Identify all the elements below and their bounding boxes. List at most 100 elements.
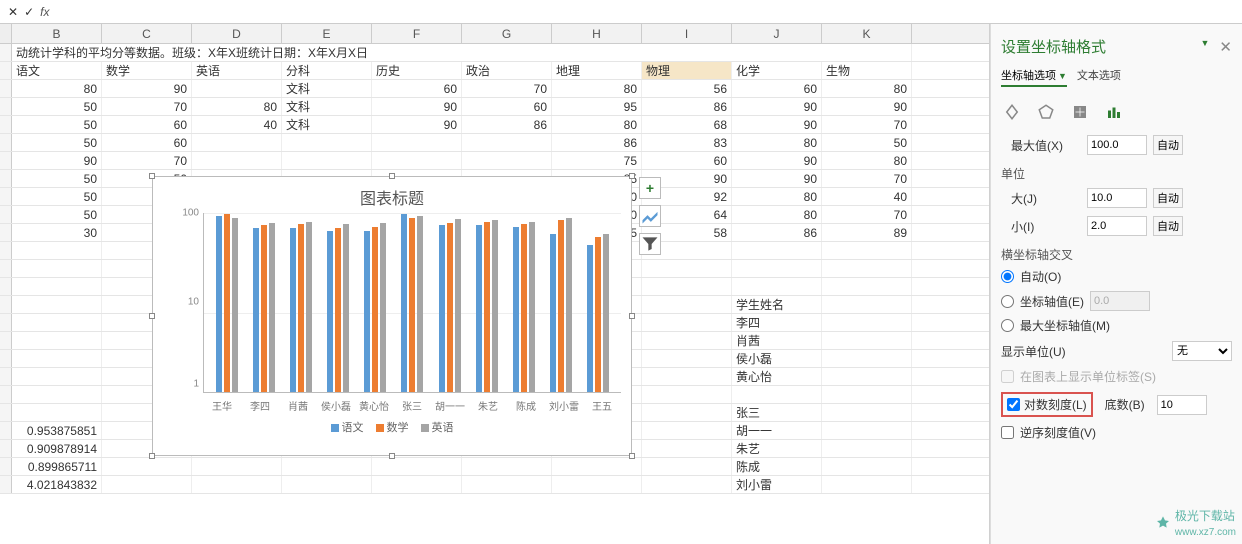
cell[interactable] — [642, 440, 732, 457]
cell[interactable] — [192, 80, 282, 97]
subject-header[interactable]: 化学 — [732, 62, 822, 79]
tab-text-options[interactable]: 文本选项 — [1077, 65, 1121, 87]
cell[interactable]: 90 — [732, 116, 822, 133]
subject-header[interactable]: 地理 — [552, 62, 642, 79]
cell[interactable]: 86 — [642, 98, 732, 115]
cell[interactable]: 40 — [822, 188, 912, 205]
cell[interactable]: 95 — [552, 98, 642, 115]
cell[interactable]: 侯小磊 — [732, 350, 822, 367]
cross-value-radio[interactable] — [1001, 295, 1014, 308]
cell[interactable]: 4.021843832 — [12, 476, 102, 493]
cell[interactable] — [102, 476, 192, 493]
col-header[interactable]: D — [192, 24, 282, 43]
cell[interactable]: 75 — [552, 152, 642, 169]
cell[interactable]: 80 — [732, 134, 822, 151]
cell[interactable] — [192, 458, 282, 475]
cross-max-radio[interactable] — [1001, 319, 1014, 332]
cell[interactable] — [282, 134, 372, 151]
cell[interactable]: 张三 — [732, 404, 822, 421]
cell[interactable] — [12, 332, 102, 349]
cell[interactable] — [642, 458, 732, 475]
cell[interactable] — [642, 296, 732, 313]
cell[interactable]: 68 — [642, 116, 732, 133]
formula-input[interactable] — [57, 2, 1234, 22]
cell[interactable] — [642, 350, 732, 367]
col-header[interactable]: E — [282, 24, 372, 43]
cell[interactable] — [12, 404, 102, 421]
cell[interactable]: 56 — [642, 80, 732, 97]
col-header[interactable]: C — [102, 24, 192, 43]
cell[interactable]: 50 — [12, 98, 102, 115]
cell[interactable]: 李四 — [732, 314, 822, 331]
cell[interactable]: 陈成 — [732, 458, 822, 475]
cell[interactable]: 0.953875851 — [12, 422, 102, 439]
cell[interactable]: 89 — [822, 224, 912, 241]
cell[interactable] — [822, 314, 912, 331]
cell[interactable] — [732, 242, 822, 259]
cell[interactable] — [372, 134, 462, 151]
cell[interactable] — [102, 458, 192, 475]
cell[interactable] — [822, 368, 912, 385]
cell[interactable] — [462, 134, 552, 151]
cell[interactable] — [822, 386, 912, 403]
subject-header[interactable]: 分科 — [282, 62, 372, 79]
cell[interactable] — [732, 260, 822, 277]
cell[interactable]: 90 — [822, 98, 912, 115]
cell[interactable] — [822, 404, 912, 421]
cell[interactable]: 朱艺 — [732, 440, 822, 457]
axis-options-icon[interactable] — [1103, 101, 1125, 123]
formula-accept-icon[interactable]: ✓ — [24, 5, 34, 19]
cell[interactable]: 0.909878914 — [12, 440, 102, 457]
cell[interactable]: 80 — [732, 206, 822, 223]
tab-axis-options[interactable]: 坐标轴选项▼ — [1001, 65, 1067, 87]
cell[interactable]: 86 — [552, 134, 642, 151]
cell[interactable] — [12, 296, 102, 313]
col-header[interactable]: J — [732, 24, 822, 43]
cell[interactable]: 60 — [642, 152, 732, 169]
cell[interactable]: 50 — [12, 170, 102, 187]
fx-icon[interactable]: fx — [40, 5, 49, 19]
cell[interactable] — [642, 314, 732, 331]
cell[interactable]: 80 — [552, 116, 642, 133]
cell[interactable] — [642, 422, 732, 439]
log-scale-checkbox[interactable] — [1007, 398, 1020, 411]
cell[interactable] — [822, 278, 912, 295]
cell[interactable] — [822, 260, 912, 277]
cell[interactable]: 80 — [822, 80, 912, 97]
cell[interactable]: 90 — [102, 80, 192, 97]
subject-header[interactable]: 生物 — [822, 62, 912, 79]
formula-cancel-icon[interactable]: ✕ — [8, 5, 18, 19]
cell[interactable] — [552, 458, 642, 475]
cell[interactable] — [12, 386, 102, 403]
cell[interactable] — [12, 350, 102, 367]
max-input[interactable] — [1087, 135, 1147, 155]
cell[interactable] — [282, 152, 372, 169]
cell[interactable] — [642, 476, 732, 493]
cell[interactable] — [12, 242, 102, 259]
cell[interactable]: 60 — [102, 134, 192, 151]
cross-auto-radio[interactable] — [1001, 270, 1014, 283]
chart-title[interactable]: 图表标题 — [153, 177, 631, 213]
cell[interactable]: 50 — [12, 116, 102, 133]
cell[interactable]: 90 — [732, 98, 822, 115]
cell[interactable] — [282, 476, 372, 493]
cell[interactable] — [192, 152, 282, 169]
cell[interactable]: 70 — [462, 80, 552, 97]
cell[interactable] — [372, 476, 462, 493]
cell[interactable]: 90 — [372, 98, 462, 115]
col-header[interactable]: I — [642, 24, 732, 43]
cell[interactable]: 学生姓名 — [732, 296, 822, 313]
cell[interactable]: 刘小雷 — [732, 476, 822, 493]
col-header[interactable]: K — [822, 24, 912, 43]
cell[interactable]: 70 — [822, 116, 912, 133]
intro-cell[interactable]: 动统计学科的平均分等数据。班级：X年X班统计日期：X年X月X日 — [12, 44, 912, 61]
cell[interactable] — [642, 386, 732, 403]
cell[interactable]: 30 — [12, 224, 102, 241]
cell[interactable]: 60 — [462, 98, 552, 115]
major-input[interactable] — [1087, 188, 1147, 208]
cell[interactable]: 80 — [192, 98, 282, 115]
cell[interactable]: 80 — [732, 188, 822, 205]
cell[interactable]: 黄心怡 — [732, 368, 822, 385]
col-header[interactable]: H — [552, 24, 642, 43]
cell[interactable] — [822, 440, 912, 457]
